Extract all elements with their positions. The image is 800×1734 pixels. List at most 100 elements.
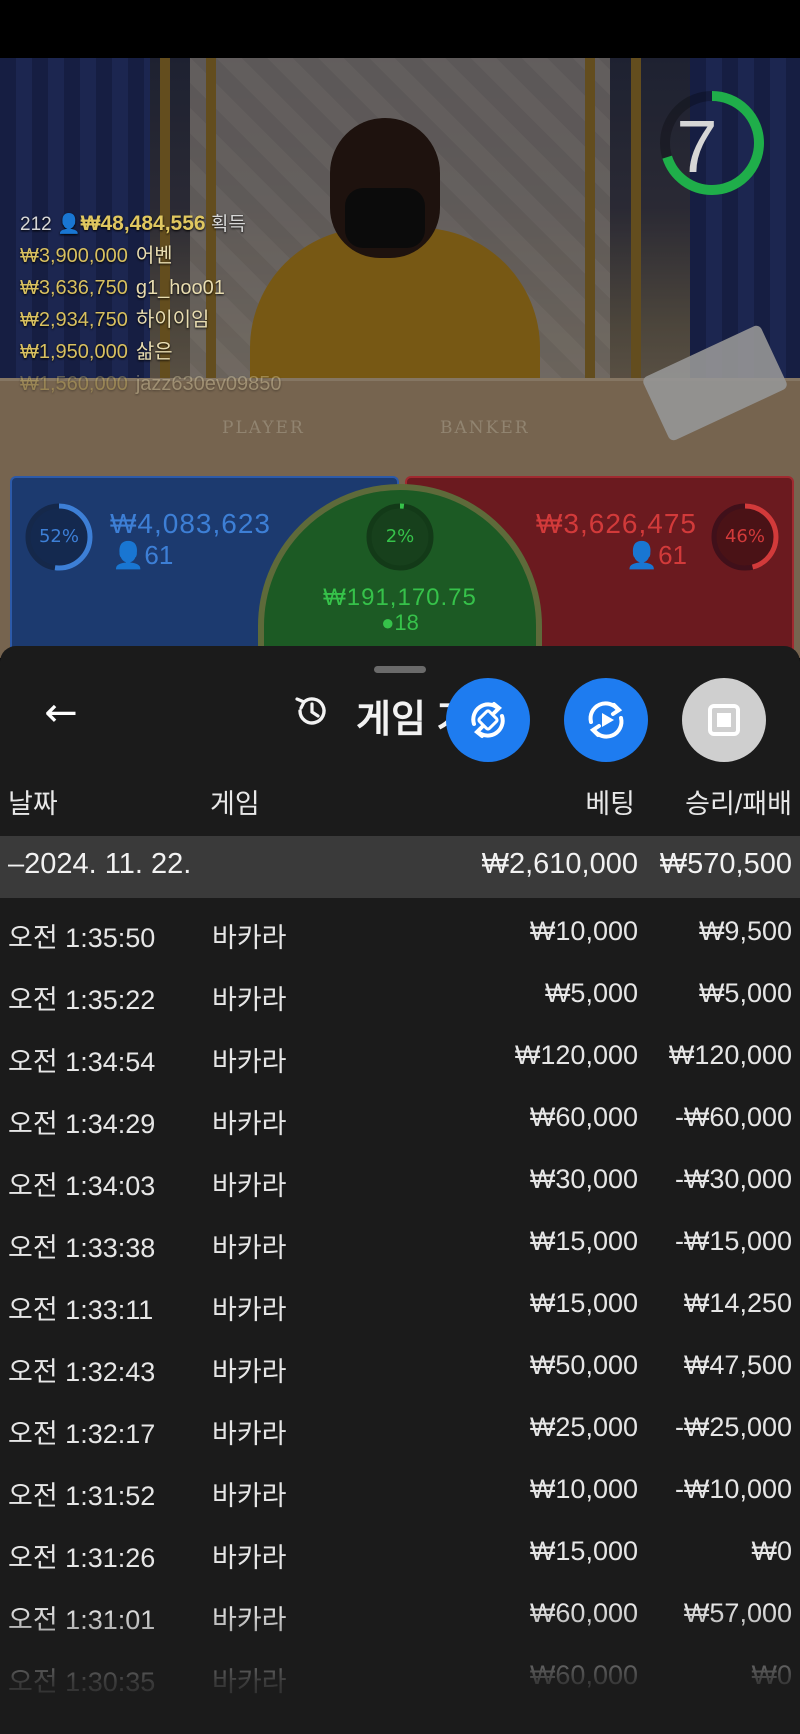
row-bet: ₩5,000 <box>544 978 638 1008</box>
user-icon: 👤 <box>56 214 81 235</box>
row-bet: ₩60,000 <box>529 1102 638 1132</box>
row-result: ₩5,000 <box>698 978 792 1008</box>
history-icon <box>295 697 326 725</box>
table-row[interactable]: 오전 1:31:26 바카라 ₩15,000 ₩0 <box>0 1518 800 1580</box>
player-bettors: 👤61 <box>112 540 173 571</box>
row-time: 오전 1:32:17 <box>8 1419 156 1449</box>
winner-row: ₩1,950,000 삶은 <box>20 336 282 368</box>
winner-amount: ₩3,900,000 <box>20 245 128 267</box>
row-bet: ₩15,000 <box>529 1536 638 1566</box>
table-row[interactable]: 오전 1:32:17 바카라 ₩25,000 -₩25,000 <box>0 1394 800 1456</box>
row-time: 오전 1:30:35 <box>8 1667 156 1697</box>
header-bet: 베팅 <box>585 789 635 819</box>
row-game: 바카라 <box>212 1047 287 1077</box>
table-row[interactable]: 오전 1:32:43 바카라 ₩50,000 ₩47,500 <box>0 1332 800 1394</box>
row-game: 바카라 <box>212 985 287 1015</box>
date-group-result: ₩570,500 <box>659 848 792 880</box>
sheet-drag-handle[interactable] <box>374 666 426 673</box>
winners-header: 212 👤₩48,484,556 획득 <box>20 208 282 240</box>
row-game: 바카라 <box>212 1357 287 1387</box>
table-row[interactable]: 오전 1:31:01 바카라 ₩60,000 ₩57,000 <box>0 1580 800 1642</box>
header-game: 게임 <box>210 789 260 819</box>
row-result: -₩15,000 <box>674 1226 792 1256</box>
winner-row: ₩2,934,750 하이이임 <box>20 304 282 336</box>
row-result: ₩0 <box>751 1660 793 1690</box>
user-icon: 👤 <box>625 540 659 570</box>
history-rows: 오전 1:35:50 바카라 ₩10,000 ₩9,500 오전 1:35:22 바카라 ₩… <box>0 898 800 1704</box>
row-result: ₩9,500 <box>698 916 792 946</box>
table-row[interactable]: 오전 1:34:29 바카라 ₩60,000 -₩60,000 <box>0 1084 800 1146</box>
row-bet: ₩25,000 <box>529 1412 638 1442</box>
table-row[interactable]: 오전 1:30:35 바카라 ₩60,000 ₩0 <box>0 1642 800 1704</box>
row-bet: ₩10,000 <box>529 1474 638 1504</box>
winner-amount: ₩1,560,000 <box>20 373 128 395</box>
winner-name: 삶은 <box>135 341 173 363</box>
row-bet: ₩30,000 <box>529 1164 638 1194</box>
row-time: 오전 1:31:52 <box>8 1481 156 1511</box>
row-result: -₩30,000 <box>674 1164 792 1194</box>
player-bettors-count: 61 <box>144 540 174 570</box>
row-result: ₩0 <box>751 1536 793 1566</box>
table-row[interactable]: 오전 1:33:11 바카라 ₩15,000 ₩14,250 <box>0 1270 800 1332</box>
banker-bettors: 👤61 <box>626 540 687 571</box>
row-time: 오전 1:32:43 <box>8 1357 156 1387</box>
rotate-icon <box>471 702 505 738</box>
row-result: -₩60,000 <box>674 1102 792 1132</box>
winners-total: ₩48,484,556 <box>80 212 206 235</box>
user-icon: ● <box>381 610 395 635</box>
row-game: 바카라 <box>212 1481 287 1511</box>
row-result: -₩10,000 <box>674 1474 792 1504</box>
table-row[interactable]: 오전 1:34:54 바카라 ₩120,000 ₩120,000 <box>0 1022 800 1084</box>
stop-icon <box>708 704 740 736</box>
row-time: 오전 1:33:38 <box>8 1233 156 1263</box>
row-result: ₩57,000 <box>683 1598 792 1628</box>
winners-list: 212 👤₩48,484,556 획득 ₩3,900,000 어벤 ₩3,636,… <box>20 208 282 400</box>
date-group-label: –2024. 11. 22. <box>8 848 192 880</box>
winners-count: 212 <box>20 214 52 235</box>
user-icon: 👤 <box>112 540 145 570</box>
winner-name: g1_hoo01 <box>135 277 225 299</box>
row-time: 오전 1:34:03 <box>8 1171 156 1201</box>
table-row[interactable]: 오전 1:33:38 바카라 ₩15,000 -₩15,000 <box>0 1208 800 1270</box>
tie-total-bet: ₩191,170.75 <box>323 584 477 611</box>
row-game: 바카라 <box>212 1171 287 1201</box>
table-row[interactable]: 오전 1:34:03 바카라 ₩30,000 -₩30,000 <box>0 1146 800 1208</box>
play-rotate-icon <box>588 701 624 739</box>
row-result: ₩47,500 <box>683 1350 792 1380</box>
countdown-timer: 7 <box>676 105 718 188</box>
row-game: 바카라 <box>212 923 287 953</box>
date-group-row[interactable]: –2024. 11. 22. ₩2,610,000 ₩570,500 <box>0 836 800 898</box>
winner-amount: ₩2,934,750 <box>20 309 128 331</box>
row-game: 바카라 <box>212 1667 287 1697</box>
row-result: ₩14,250 <box>683 1288 792 1318</box>
player-total-bet: ₩4,083,623 <box>110 508 271 539</box>
rotate-button[interactable] <box>446 678 530 762</box>
banker-bettors-count: 61 <box>658 540 687 570</box>
row-result: ₩120,000 <box>668 1040 792 1070</box>
table-row[interactable]: 오전 1:35:22 바카라 ₩5,000 ₩5,000 <box>0 960 800 1022</box>
row-bet: ₩60,000 <box>529 1660 638 1690</box>
row-bet: ₩15,000 <box>529 1288 638 1318</box>
row-game: 바카라 <box>212 1109 287 1139</box>
arrow-left-icon[interactable]: ← <box>36 688 86 738</box>
row-time: 오전 1:31:26 <box>8 1543 156 1573</box>
winners-label: 획득 <box>210 214 246 235</box>
winner-row: ₩3,636,750 g1_hoo01 <box>20 272 282 304</box>
row-bet: ₩15,000 <box>529 1226 638 1256</box>
winner-name: 하이이임 <box>135 309 210 331</box>
status-bar <box>0 0 800 58</box>
winner-name: jazz630ev09850 <box>135 373 282 395</box>
play-rotate-button[interactable] <box>564 678 648 762</box>
row-bet: ₩60,000 <box>529 1598 638 1628</box>
table-row[interactable]: 오전 1:35:50 바카라 ₩10,000 ₩9,500 <box>0 898 800 960</box>
row-bet: ₩120,000 <box>514 1040 638 1070</box>
row-result: -₩25,000 <box>674 1412 792 1442</box>
table-row[interactable]: 오전 1:31:52 바카라 ₩10,000 -₩10,000 <box>0 1456 800 1518</box>
tie-bettors-count: 18 <box>394 610 419 635</box>
row-time: 오전 1:31:01 <box>8 1605 156 1635</box>
stop-button[interactable] <box>682 678 766 762</box>
tie-percent: 2% <box>385 526 415 547</box>
row-time: 오전 1:35:22 <box>8 985 156 1015</box>
row-game: 바카라 <box>212 1233 287 1263</box>
winner-row: ₩3,900,000 어벤 <box>20 240 282 272</box>
